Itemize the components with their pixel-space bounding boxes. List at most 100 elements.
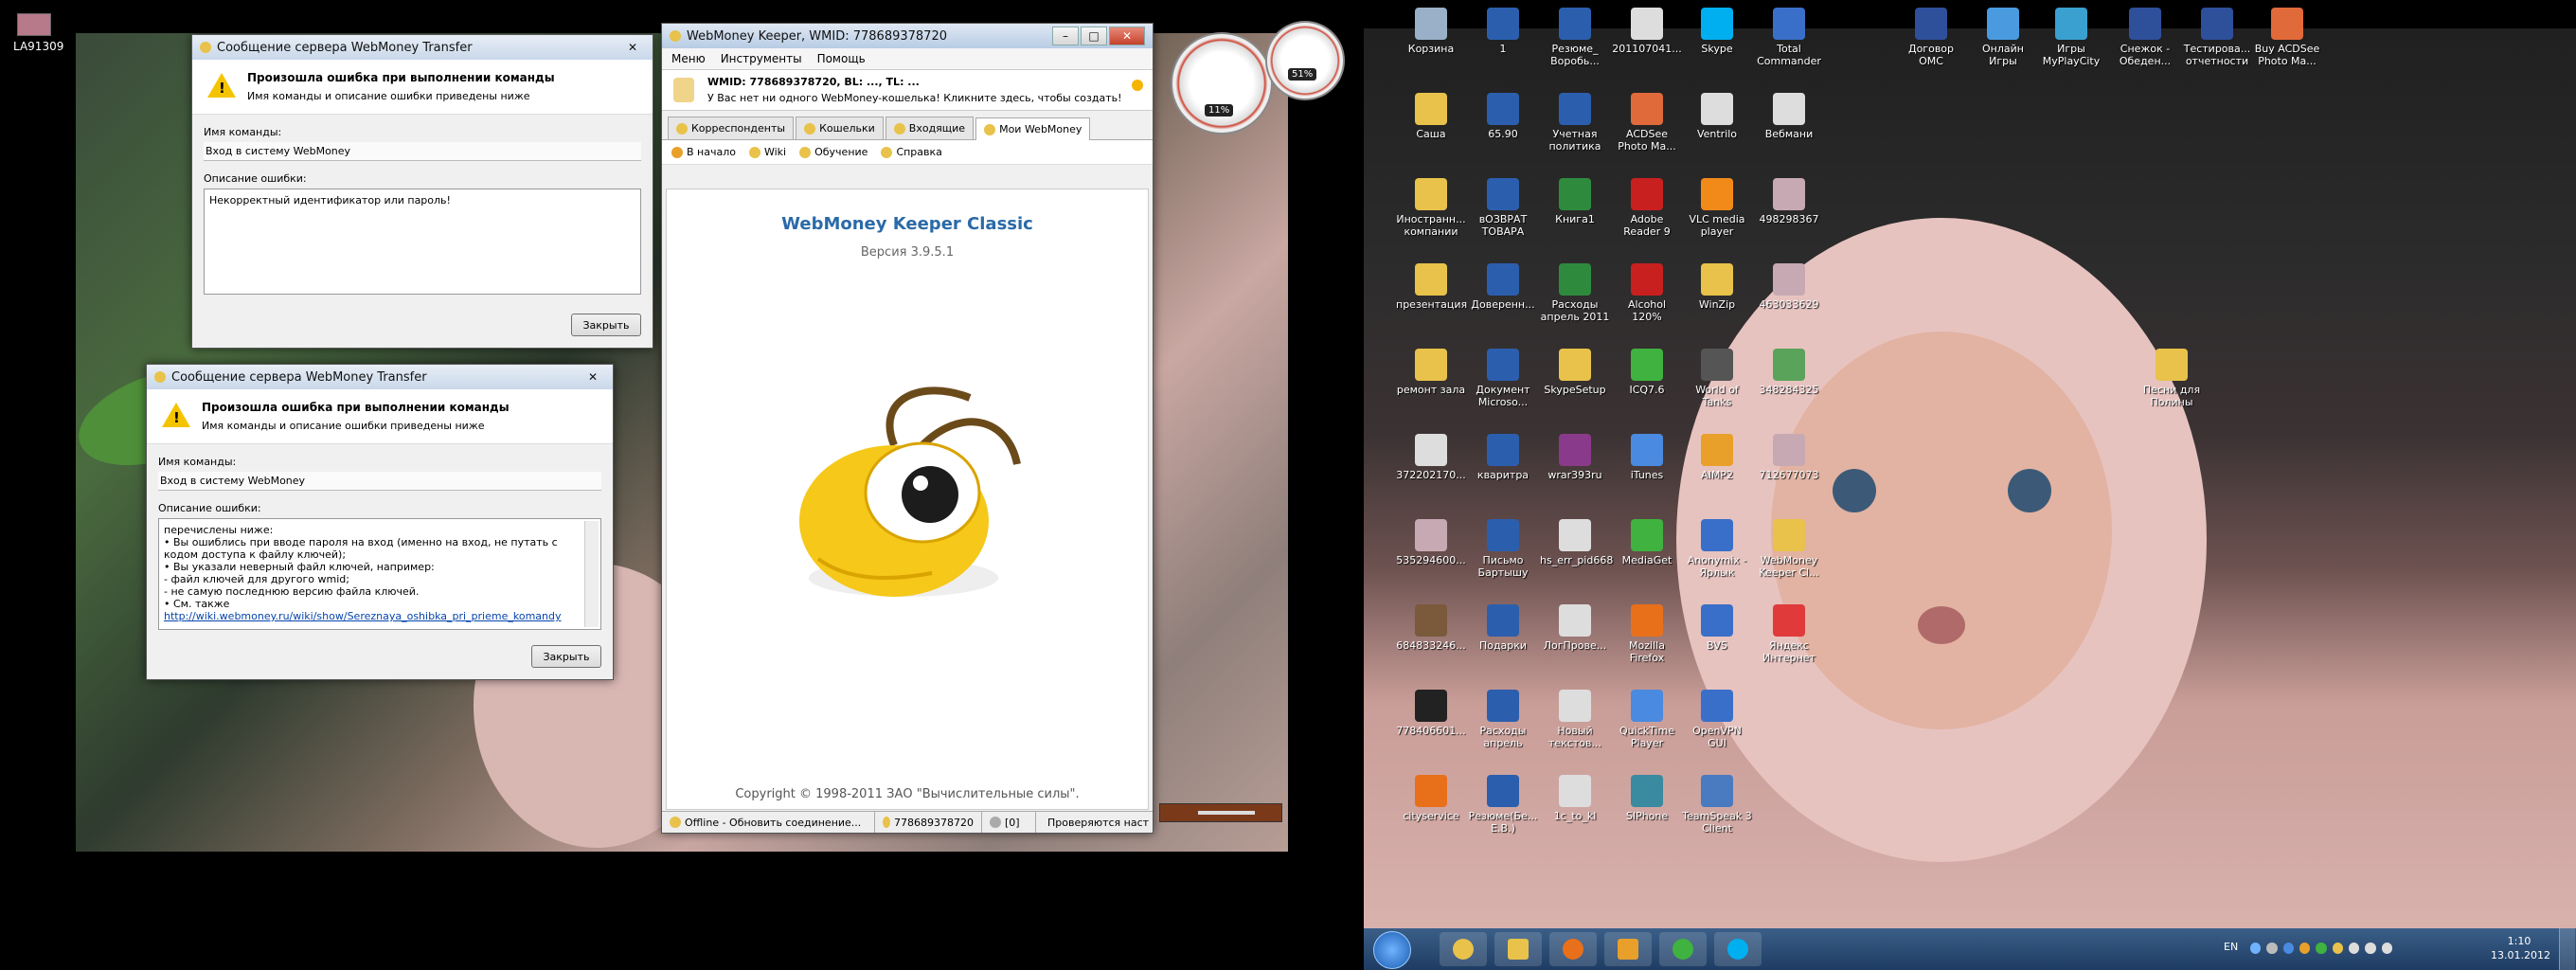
desktop-icon[interactable]: кваритра (1468, 434, 1538, 481)
status-connection[interactable]: Offline - Обновить соединение... (662, 812, 875, 833)
desktop-icon[interactable]: Ventrilo (1682, 93, 1752, 140)
menu-item-tools[interactable]: Инструменты (721, 52, 802, 65)
tray-arrow-icon[interactable] (2266, 943, 2278, 954)
menu-item-help[interactable]: Помощь (817, 52, 866, 65)
tray-flag-icon[interactable] (2348, 943, 2360, 954)
maximize-icon[interactable]: □ (1081, 27, 1107, 45)
cpu-meter-gadget[interactable]: 11% 51% (1171, 21, 1369, 135)
taskbar-webmoney-button[interactable] (1440, 932, 1487, 966)
tray-help-icon[interactable] (2250, 943, 2262, 954)
close-icon[interactable]: ✕ (1109, 27, 1145, 45)
tab-inbox[interactable]: Входящие (885, 117, 975, 139)
taskbar-firefox-button[interactable] (1549, 932, 1597, 966)
menu-item-menu[interactable]: Меню (671, 52, 706, 65)
desktop-icon[interactable]: WebMoney Keeper Cl... (1754, 519, 1824, 579)
desktop-icon[interactable]: wrar393ru (1540, 434, 1610, 481)
desktop-icon[interactable]: 1 (1468, 8, 1538, 55)
desktop-icon[interactable]: SkypeSetup (1540, 349, 1610, 396)
description-scrollbar[interactable] (584, 521, 599, 627)
desktop-icon[interactable]: Песни для Полины (2137, 349, 2207, 408)
desktop-icon[interactable]: Доверенн... (1468, 263, 1538, 311)
language-indicator[interactable]: EN (2224, 941, 2238, 953)
close-icon[interactable]: ✕ (581, 368, 605, 386)
tray-media-icon[interactable] (2299, 943, 2311, 954)
desktop-icon[interactable]: World of Tanks (1682, 349, 1752, 408)
desktop-icon[interactable]: Учетная политика (1540, 93, 1610, 153)
desktop-icon[interactable]: Снежок - Обеден... (2110, 8, 2180, 67)
wiki-button[interactable]: Wiki (748, 146, 786, 158)
taskbar-skype-button[interactable] (1714, 932, 1762, 966)
desktop-icon[interactable]: Документ Microso... (1468, 349, 1538, 408)
wiki-link[interactable]: http://wiki.webmoney.ru/wiki/show/Serezn… (164, 610, 580, 622)
desktop-icon[interactable]: QuickTime Player (1612, 690, 1682, 749)
desktop-icon[interactable]: Buy ACDSee Photo Ma... (2252, 8, 2322, 67)
desktop-icon[interactable]: Яндекс Интернет (1754, 604, 1824, 664)
desktop-icon[interactable]: Книга1 (1540, 178, 1610, 225)
desktop-icon[interactable]: Новый текстов... (1540, 690, 1610, 749)
desktop-thumbnail-icon[interactable] (17, 13, 51, 36)
desktop-icon[interactable]: AIMP2 (1682, 434, 1752, 481)
desktop-icon[interactable]: Корзина (1396, 8, 1466, 55)
desktop-icon[interactable]: ACDSee Photo Ma... (1612, 93, 1682, 153)
desktop-icon[interactable]: iTunes (1612, 434, 1682, 481)
desktop-icon[interactable]: cityservice (1396, 775, 1466, 822)
desktop-icon[interactable]: Саша (1396, 93, 1466, 140)
desktop-icon[interactable]: 535294600... (1396, 519, 1466, 566)
close-button[interactable]: Закрыть (571, 314, 641, 336)
desktop-icon[interactable]: Вебмани (1754, 93, 1824, 140)
desktop-icon[interactable]: Подарки (1468, 604, 1538, 652)
desktop-icon[interactable]: 1c_to_kl (1540, 775, 1610, 822)
desktop-icon[interactable]: MediaGet (1612, 519, 1682, 566)
description-box[interactable]: Некорректный идентификатор или пароль! (204, 189, 641, 295)
desktop-icon[interactable]: Mozilla Firefox (1612, 604, 1682, 664)
tray-volume-icon[interactable] (2365, 943, 2376, 954)
desktop-icon[interactable]: Skype (1682, 8, 1752, 55)
desktop-icon[interactable]: 201107041... (1612, 8, 1682, 55)
desktop-icon[interactable]: 372202170... (1396, 434, 1466, 481)
desktop-icon[interactable]: Расходы апрель (1468, 690, 1538, 749)
tray-power-icon[interactable] (2381, 943, 2392, 954)
taskbar-icq-button[interactable] (1659, 932, 1707, 966)
taskbar-media-button[interactable] (1604, 932, 1652, 966)
desktop-icon[interactable]: Онлайн Игры (1968, 8, 2038, 67)
tray-network-icon[interactable] (2282, 943, 2294, 954)
close-button[interactable]: Закрыть (531, 645, 601, 668)
dialog-titlebar[interactable]: Сообщение сервера WebMoney Transfer ✕ (192, 35, 653, 60)
desktop-icon[interactable]: BVS (1682, 604, 1752, 652)
home-button[interactable]: В начало (671, 146, 736, 158)
taskbar-explorer-button[interactable] (1494, 932, 1542, 966)
desktop-icon[interactable]: ремонт зала (1396, 349, 1466, 396)
desktop-icon[interactable]: 348284325 (1754, 349, 1824, 396)
keeper-titlebar[interactable]: WebMoney Keeper, WMID: 778689378720 – □ … (662, 24, 1153, 48)
tray-icq-icon[interactable] (2316, 943, 2327, 954)
desktop-icon[interactable]: Резюме(Бе... Е.В.) (1468, 775, 1538, 835)
volume-slider[interactable] (1198, 811, 1255, 815)
desktop-icon[interactable]: hs_err_pid668 (1540, 519, 1613, 566)
desktop-icon[interactable]: 778406601... (1396, 690, 1466, 737)
clock[interactable]: 1:10 13.01.2012 (2491, 934, 2550, 962)
status-wmid[interactable]: 778689378720 (875, 812, 982, 833)
description-box[interactable]: перечислены ниже: • Вы ошиблись при ввод… (158, 518, 601, 630)
desktop-icon[interactable]: TeamSpeak 3 Client (1682, 775, 1752, 835)
collapse-icon[interactable] (1132, 80, 1143, 91)
desktop-icon[interactable]: презентация (1396, 263, 1467, 311)
desktop-icon[interactable]: 684833246... (1396, 604, 1466, 652)
desktop-icon[interactable]: Расходы апрель 2011 (1540, 263, 1610, 323)
desktop-icon[interactable]: Договор ОМС (1896, 8, 1966, 67)
help-button[interactable]: Справка (881, 146, 942, 158)
media-widget[interactable] (1159, 803, 1282, 822)
desktop-icon[interactable]: ICQ7.6 (1612, 349, 1682, 396)
desktop-icon[interactable]: Резюме_ Воробь... (1540, 8, 1610, 67)
desktop-icon[interactable]: Anonymix - Ярлык (1682, 519, 1752, 579)
desktop-icon[interactable]: Alcohol 120% (1612, 263, 1682, 323)
close-icon[interactable]: ✕ (620, 39, 645, 56)
desktop-icon[interactable]: 463033629 (1754, 263, 1824, 311)
tray-webmoney-icon[interactable] (2332, 943, 2343, 954)
status-messages[interactable]: [0] (982, 812, 1036, 833)
desktop-icon[interactable]: 65.90 (1468, 93, 1538, 140)
desktop-icon[interactable]: Тестирова... отчетности (2182, 8, 2252, 67)
minimize-icon[interactable]: – (1052, 27, 1079, 45)
start-button[interactable] (1373, 931, 1411, 969)
desktop-icon[interactable]: Adobe Reader 9 (1612, 178, 1682, 238)
desktop-icon[interactable]: 712677073 (1754, 434, 1824, 481)
